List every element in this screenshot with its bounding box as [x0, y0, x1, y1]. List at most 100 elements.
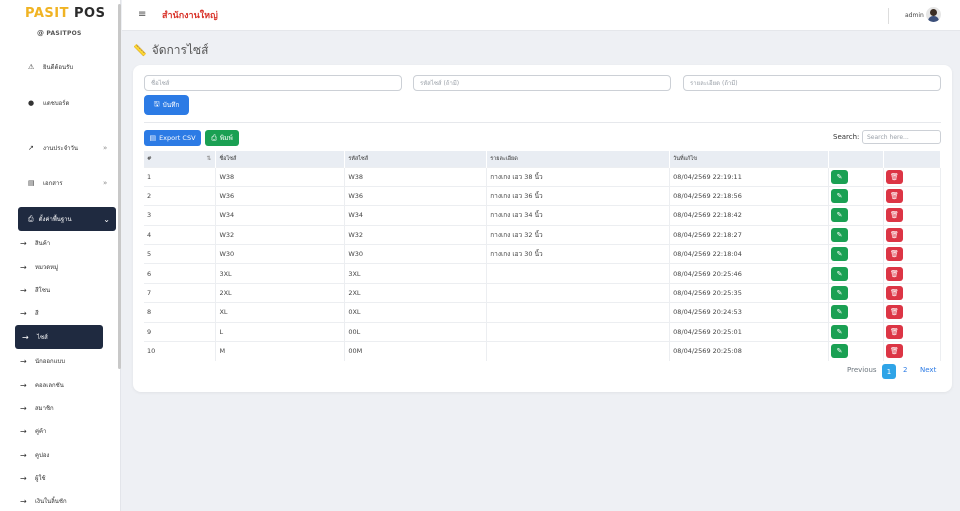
edit-button[interactable]: ✎ — [831, 247, 849, 262]
delete-button[interactable]: 🗑 — [885, 189, 903, 204]
sidebar-item-dashboard[interactable]: ● แดชบอร์ด — [28, 98, 69, 108]
edit-button[interactable]: ✎ — [831, 189, 849, 204]
size-name-input[interactable] — [144, 75, 402, 91]
chevron-down-icon: ⌄ — [103, 214, 110, 224]
sidebar-subitem-cash-drawer[interactable]: → เงินในลิ้นชัก — [20, 496, 67, 506]
sidebar-item-daily-work[interactable]: ↗ งานประจำวัน » — [28, 143, 118, 153]
sidebar-subitem-coupons[interactable]: → คูปอง — [20, 450, 49, 460]
search-input[interactable] — [862, 130, 941, 144]
arrow-right-icon: → — [20, 356, 27, 366]
sidebar-subitem-products[interactable]: → สินค้า — [20, 238, 50, 248]
delete-button[interactable]: 🗑 — [885, 169, 903, 184]
delete-button[interactable]: 🗑 — [885, 247, 903, 262]
trash-icon: 🗑 — [890, 211, 899, 220]
size-management-card: 🖫 บันทึก ▤ Export CSV ⎙ พิมพ์ Search: #⇅… — [133, 65, 952, 392]
pagination-page-2[interactable]: 2 — [903, 366, 907, 374]
delete-button[interactable]: 🗑 — [885, 227, 903, 242]
size-detail-input[interactable] — [683, 75, 941, 91]
pagination-page-1[interactable]: 1 — [882, 364, 896, 379]
row-edit-cell: ✎ — [828, 244, 884, 264]
sidebar-subitem-color-zones[interactable]: → สีโซน — [20, 285, 50, 295]
size-code-input[interactable] — [413, 75, 671, 91]
sidebar-subitem-collections[interactable]: → คอลเลกชัน — [20, 380, 64, 390]
save-button[interactable]: 🖫 บันทึก — [144, 95, 189, 115]
sidebar-subitem-members[interactable]: → สมาชิก — [20, 403, 54, 413]
document-icon: ▤ — [28, 179, 35, 187]
branch-name[interactable]: สำนักงานใหญ่ — [162, 8, 218, 22]
sidebar-subitem-colors[interactable]: → สี — [20, 308, 39, 318]
edit-button[interactable]: ✎ — [831, 324, 849, 339]
table-row: 8 XL 0XL 08/04/2569 20:24:53 ✎ 🗑 — [144, 302, 942, 323]
sidebar-subitem-users[interactable]: → ผู้ใช้ — [20, 473, 46, 483]
row-number: 8 — [144, 302, 217, 323]
export-csv-button[interactable]: ▤ Export CSV — [144, 130, 201, 146]
delete-button[interactable]: 🗑 — [885, 286, 903, 301]
arrow-right-icon: → — [20, 496, 27, 506]
row-edit-cell: ✎ — [828, 263, 884, 284]
row-size-code: W34 — [344, 205, 488, 226]
edit-button[interactable]: ✎ — [831, 344, 849, 359]
avatar-body — [928, 16, 939, 22]
row-edit-cell: ✎ — [828, 341, 884, 361]
column-header-size-name[interactable]: ชื่อไซส์ — [215, 151, 346, 167]
delete-button[interactable]: 🗑 — [885, 266, 903, 281]
delete-button[interactable]: 🗑 — [885, 208, 903, 223]
column-header-edit — [828, 151, 884, 167]
row-delete-cell: 🗑 — [883, 185, 942, 206]
row-delete-cell: 🗑 — [883, 166, 942, 187]
delete-button[interactable]: 🗑 — [885, 305, 903, 320]
row-size-name: L — [215, 321, 346, 342]
edit-button[interactable]: ✎ — [831, 208, 849, 223]
sidebar-item-basic-settings[interactable]: ⎙ ตั้งค่าพื้นฐาน ⌄ — [18, 207, 116, 231]
sidebar-subitem-designers[interactable]: → นักออกแบบ — [20, 356, 65, 366]
sidebar-subitem-partners[interactable]: → คู่ค้า — [20, 426, 46, 436]
edit-button[interactable]: ✎ — [831, 169, 849, 184]
row-detail: กางเกง เอว 36 นิ้ว — [486, 185, 671, 206]
arrow-right-icon: → — [20, 285, 27, 295]
row-edit-cell: ✎ — [828, 166, 884, 187]
column-header-detail[interactable]: รายละเอียด — [486, 151, 671, 167]
row-number: 6 — [144, 263, 217, 284]
delete-button[interactable]: 🗑 — [885, 324, 903, 339]
sidebar-item-documents[interactable]: ▤ เอกสาร » — [28, 178, 118, 188]
avatar[interactable] — [926, 7, 941, 22]
row-delete-cell: 🗑 — [883, 321, 942, 342]
brand-logo[interactable]: PASIT POS — [25, 6, 105, 21]
pencil-icon: ✎ — [836, 327, 843, 336]
table-row: 9 L 00L 08/04/2569 20:25:01 ✎ 🗑 — [144, 321, 942, 342]
hamburger-menu-icon[interactable]: ≡ — [138, 9, 146, 20]
row-edit-cell: ✎ — [828, 224, 884, 245]
save-icon: 🖫 — [153, 99, 160, 108]
pencil-icon: ✎ — [836, 347, 843, 356]
delete-button[interactable]: 🗑 — [885, 344, 903, 359]
arrow-right-icon: → — [20, 426, 27, 436]
row-number: 5 — [144, 244, 217, 264]
edit-button[interactable]: ✎ — [831, 266, 849, 281]
row-delete-cell: 🗑 — [883, 244, 942, 264]
edit-button[interactable]: ✎ — [831, 227, 849, 242]
print-button[interactable]: ⎙ พิมพ์ — [205, 130, 239, 146]
column-header-modified-date[interactable]: วันที่แก้ไข — [669, 151, 830, 167]
row-number: 3 — [144, 205, 217, 226]
row-modified-date: 08/04/2569 20:24:53 — [669, 302, 830, 323]
column-header-size-code[interactable]: รหัสไซส์ — [344, 151, 488, 167]
table-row: 6 3XL 3XL 08/04/2569 20:25:46 ✎ 🗑 — [144, 263, 942, 284]
row-size-code: 2XL — [344, 282, 488, 303]
row-edit-cell: ✎ — [828, 185, 884, 206]
sidebar-subitem-categories[interactable]: → หมวดหมู่ — [20, 262, 58, 272]
edit-button[interactable]: ✎ — [831, 286, 849, 301]
row-detail — [486, 263, 671, 284]
pencil-icon: ✎ — [836, 269, 843, 278]
printer-icon: ⎙ — [28, 214, 34, 223]
pagination-previous[interactable]: Previous — [847, 366, 877, 374]
user-name[interactable]: admin — [905, 12, 924, 19]
sidebar-item-welcome[interactable]: ⚠ ยินดีต้อนรับ — [28, 62, 73, 72]
sidebar-subitem-sizes[interactable]: → ไซส์ — [15, 325, 103, 349]
column-header-no[interactable]: # ⇅ — [144, 151, 217, 167]
pagination-next[interactable]: Next — [920, 366, 936, 374]
edit-button[interactable]: ✎ — [831, 305, 849, 320]
table-row: 5 W30 W30 กางเกง เอว 30 นิ้ว 08/04/2569 22:1… — [144, 244, 942, 264]
sort-icon[interactable]: ⇅ — [206, 155, 211, 162]
trash-icon: 🗑 — [890, 230, 899, 239]
sidebar-scrollbar[interactable] — [118, 4, 121, 369]
